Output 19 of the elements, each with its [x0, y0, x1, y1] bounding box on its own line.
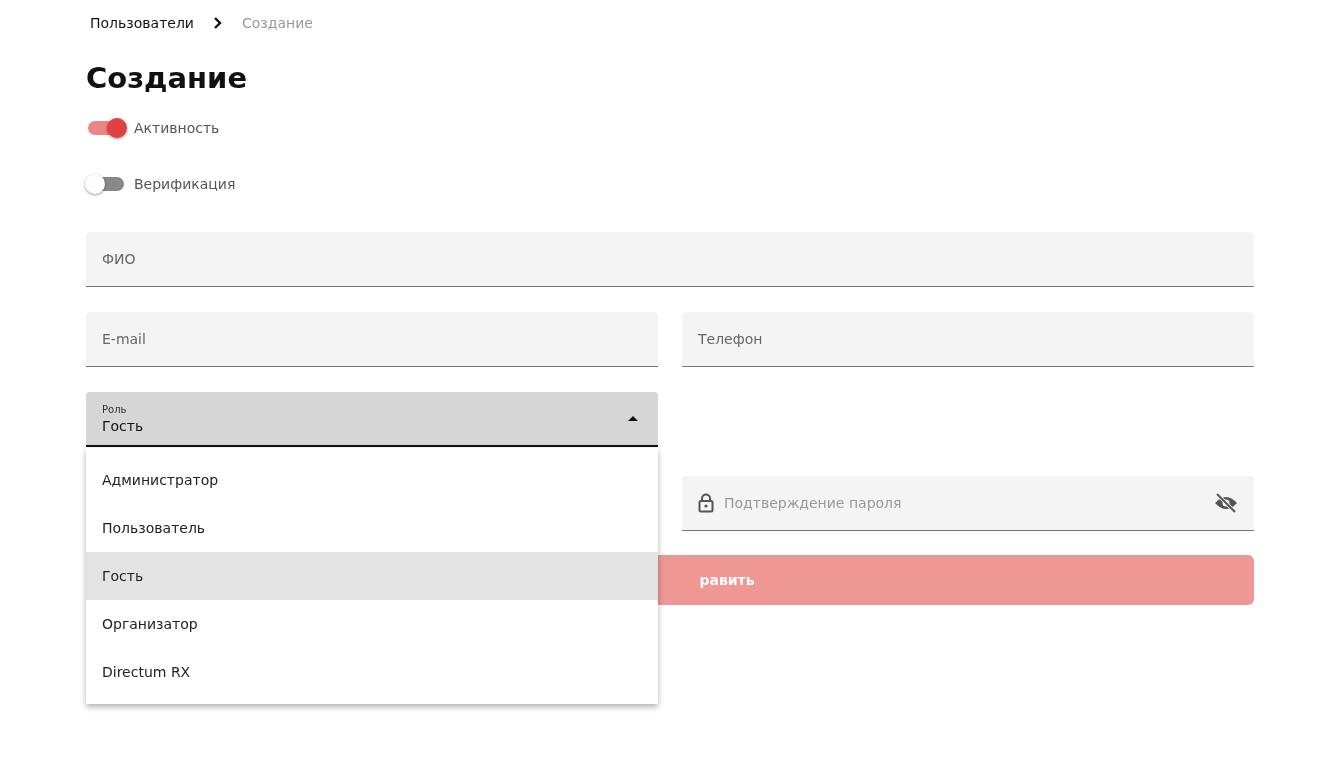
menu-item[interactable]: Администратор [86, 456, 658, 504]
caret-icon [628, 416, 638, 421]
menu-item[interactable]: Пользователь [86, 504, 658, 552]
menu-item[interactable]: Гость [86, 552, 658, 600]
breadcrumb-current: Создание [241, 15, 313, 31]
lock-icon [698, 493, 714, 513]
toggle-switch[interactable] [88, 177, 124, 191]
input-field[interactable]: ФИО [86, 232, 1254, 287]
input-field[interactable]: Телефон [682, 312, 1254, 367]
select-field[interactable]: Роль Гость [86, 392, 658, 447]
page-title: Создание [86, 60, 249, 97]
input-field[interactable]: E-mail [86, 312, 658, 367]
chevron-right-icon [212, 17, 223, 29]
toggle-label: Активность [134, 120, 220, 136]
eye-off-icon[interactable] [1214, 493, 1238, 513]
toggle-label: Верификация [134, 176, 236, 192]
toggle-switch[interactable] [88, 121, 124, 135]
menu-item[interactable]: Directum RX [86, 648, 658, 696]
breadcrumb-link[interactable]: Пользователи [90, 15, 194, 31]
